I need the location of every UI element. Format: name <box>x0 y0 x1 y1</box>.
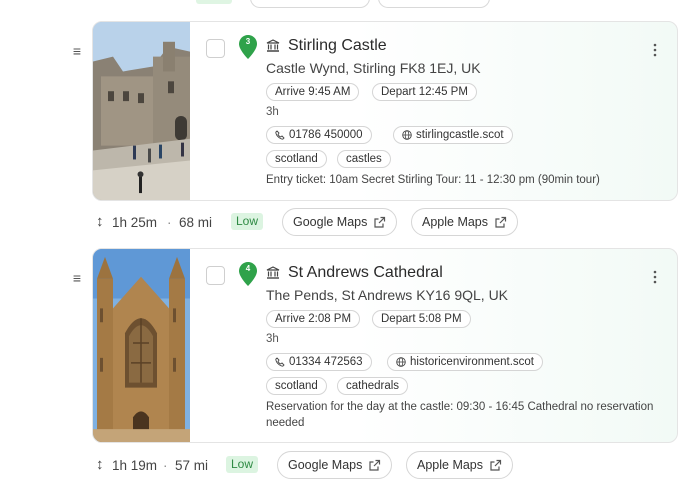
stop-duration: 3h <box>266 106 279 118</box>
drag-handle-icon[interactable]: ≡ <box>70 271 84 285</box>
stop-number: 4 <box>245 264 251 273</box>
apple-maps-label: Apple Maps <box>417 458 484 472</box>
external-link-icon <box>374 216 386 228</box>
apple-maps-label: Apple Maps <box>422 215 489 229</box>
website-url: stirlingcastle.scot <box>416 129 504 141</box>
map-pin-icon: 4 <box>239 262 257 286</box>
stop-checkbox[interactable] <box>206 39 225 58</box>
depart-time-chip[interactable]: Depart 5:08 PM <box>372 310 471 328</box>
stop-number: 3 <box>245 37 251 46</box>
depart-time-chip[interactable]: Depart 12:45 PM <box>372 83 477 101</box>
more-options-icon[interactable] <box>653 43 657 57</box>
more-options-icon[interactable] <box>653 270 657 284</box>
phone-icon <box>275 356 285 372</box>
globe-icon <box>396 356 406 372</box>
external-link-icon <box>495 216 507 228</box>
tag-chip[interactable]: scotland <box>266 150 327 168</box>
google-maps-label: Google Maps <box>288 458 363 472</box>
separator-dot: · <box>167 215 172 230</box>
stop-checkbox[interactable] <box>206 266 225 285</box>
website-chip[interactable]: historicenvironment.scot <box>387 353 543 371</box>
museum-icon <box>266 266 280 280</box>
travel-segment: ↕ 1h 19m · 57 mi Low Google Maps Apple M… <box>92 450 592 480</box>
external-link-icon <box>369 459 381 471</box>
website-url: historicenvironment.scot <box>410 356 534 368</box>
google-maps-button[interactable]: Google Maps <box>277 451 393 479</box>
traffic-badge <box>196 0 232 4</box>
google-maps-button[interactable]: Google Maps <box>282 208 398 236</box>
phone-number: 01786 450000 <box>289 129 363 141</box>
stop-address: Castle Wynd, Stirling FK8 1EJ, UK <box>266 60 481 76</box>
website-chip[interactable]: stirlingcastle.scot <box>393 126 513 144</box>
previous-travel-row <box>92 0 512 8</box>
apple-maps-button[interactable]: Apple Maps <box>411 208 519 236</box>
map-pin-icon: 3 <box>239 35 257 59</box>
travel-time: 1h 25m <box>112 215 158 230</box>
stop-note: Entry ticket: 10am Secret Stirling Tour:… <box>266 174 600 186</box>
vertical-arrow-icon: ↕ <box>96 456 104 473</box>
apple-maps-button[interactable] <box>378 0 490 8</box>
phone-chip[interactable]: 01786 450000 <box>266 126 372 144</box>
tag-chip[interactable]: scotland <box>266 377 327 395</box>
travel-distance: 57 mi <box>175 458 209 473</box>
phone-number: 01334 472563 <box>289 356 363 368</box>
stop-photo <box>93 249 190 442</box>
travel-time: 1h 19m <box>112 458 158 473</box>
google-maps-button[interactable] <box>250 0 370 8</box>
phone-icon <box>275 129 285 145</box>
globe-icon <box>402 129 412 145</box>
google-maps-label: Google Maps <box>293 215 368 229</box>
apple-maps-button[interactable]: Apple Maps <box>406 451 514 479</box>
external-link-icon <box>490 459 502 471</box>
museum-icon <box>266 39 280 53</box>
stop-address: The Pends, St Andrews KY16 9QL, UK <box>266 287 509 303</box>
stop-note: Reservation for the day at the castle: 0… <box>266 401 654 429</box>
stop-photo <box>93 22 190 200</box>
drag-handle-icon[interactable]: ≡ <box>70 44 84 58</box>
traffic-badge: Low <box>226 456 259 473</box>
vertical-arrow-icon: ↕ <box>96 213 104 230</box>
arrive-time-chip[interactable]: Arrive 9:45 AM <box>266 83 360 101</box>
separator-dot: · <box>163 458 168 473</box>
travel-segment: ↕ 1h 25m · 68 mi Low Google Maps Apple M… <box>92 207 592 237</box>
stop-card[interactable]: 3 Stirling Castle Castle Wynd, Stirling … <box>92 21 678 201</box>
arrive-time-chip[interactable]: Arrive 2:08 PM <box>266 310 361 328</box>
stop-title[interactable]: Stirling Castle <box>288 37 387 55</box>
travel-distance: 68 mi <box>179 215 213 230</box>
phone-chip[interactable]: 01334 472563 <box>266 353 372 371</box>
stop-title[interactable]: St Andrews Cathedral <box>288 264 443 282</box>
tag-chip[interactable]: castles <box>337 150 391 168</box>
tag-chip[interactable]: cathedrals <box>337 377 409 395</box>
traffic-badge: Low <box>231 213 264 230</box>
stop-duration: 3h <box>266 333 279 345</box>
stop-card[interactable]: 4 St Andrews Cathedral The Pends, St And… <box>92 248 678 443</box>
